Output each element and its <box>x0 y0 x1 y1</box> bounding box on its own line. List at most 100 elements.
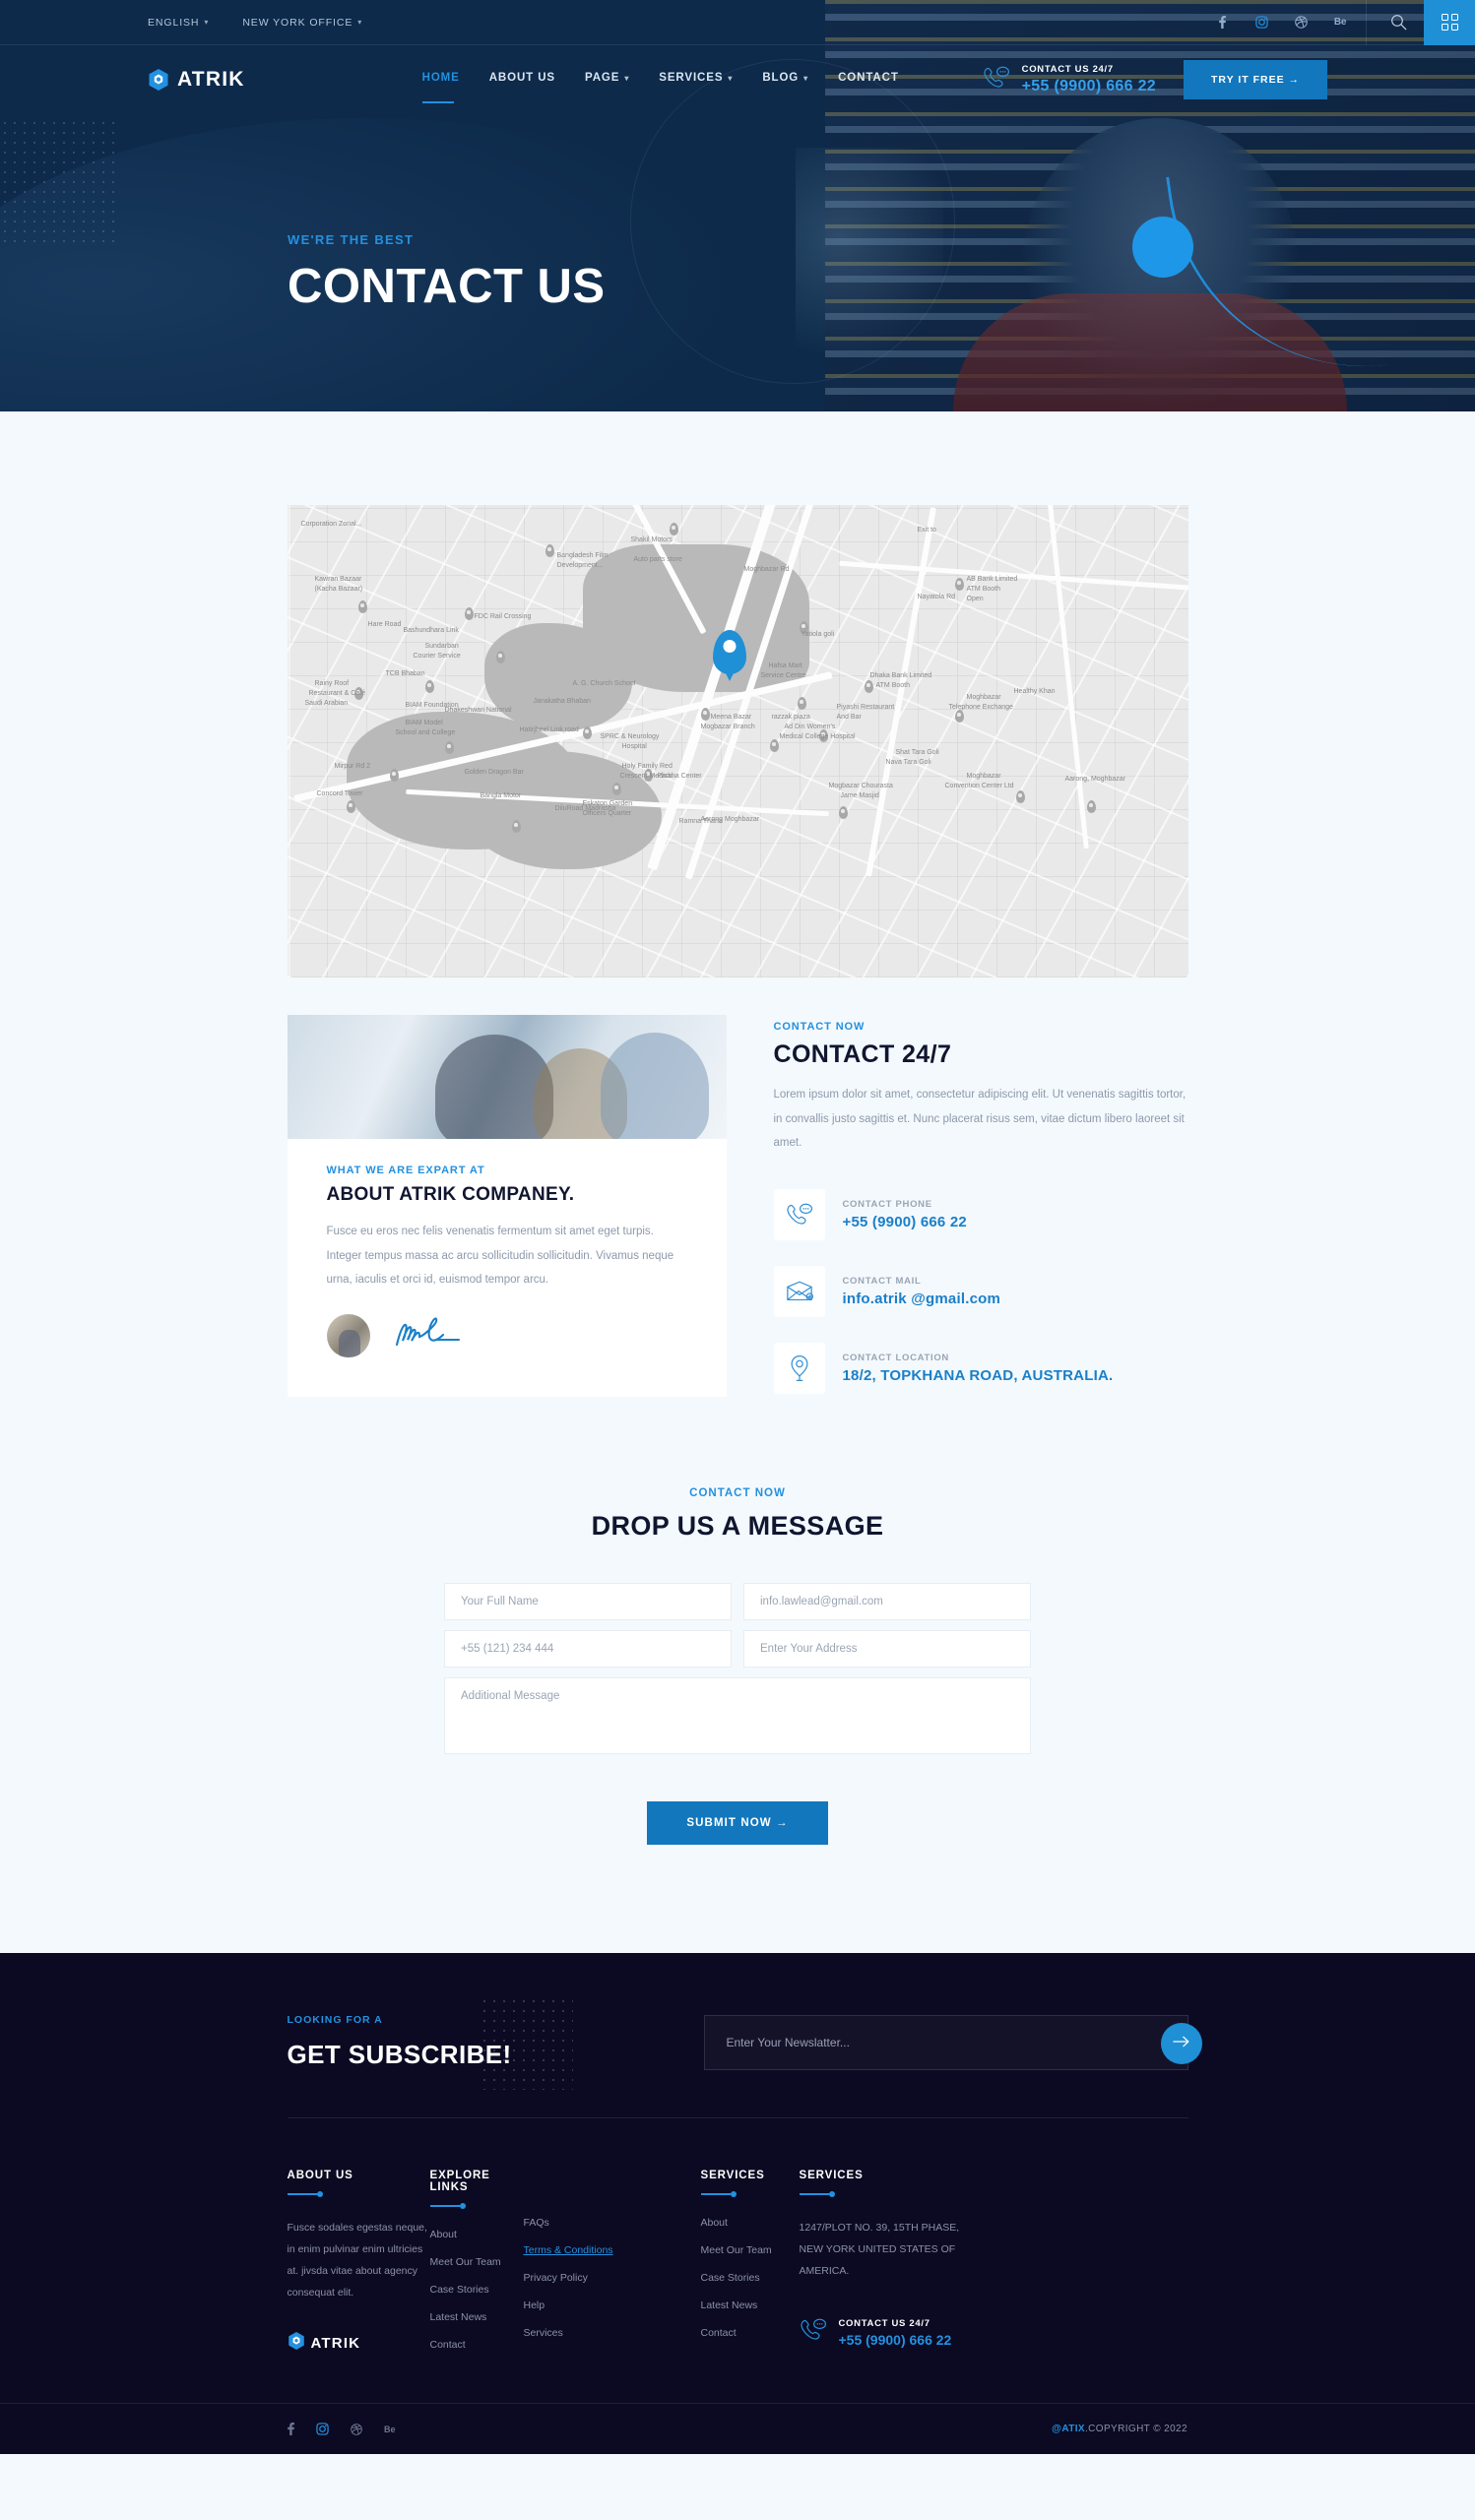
office-selector[interactable]: NEW YORK OFFICE ▾ <box>242 17 362 29</box>
location-map[interactable]: Kawran Bazaar (Kacha Bazaar) FDC Rail Cros… <box>287 505 1188 977</box>
topbar-left-group: ENGLISH ▾ NEW YORK OFFICE ▾ <box>0 17 362 29</box>
map-poi-marker <box>797 697 806 710</box>
map-poi-marker <box>669 523 678 536</box>
contact-title: CONTACT 24/7 <box>773 1040 952 1068</box>
copyright-text: @ATIX.COPYRIGHT © 2022 <box>1052 2424 1187 2434</box>
footer-service-link-latest-news[interactable]: Latest News <box>701 2300 800 2311</box>
submit-now-button[interactable]: SUBMIT NOW → <box>647 1801 828 1846</box>
hero-section: ENGLISH ▾ NEW YORK OFFICE ▾ Be ATRIK HOM… <box>0 0 1475 411</box>
map-label: Saudi Arabian <box>304 700 349 707</box>
contact-item-phone[interactable]: CONTACT PHONE +55 (9900) 666 22 <box>773 1189 1187 1241</box>
footer-col-explore: EXPLORE LINKS About Meet Our Team Case S… <box>429 2170 524 2356</box>
map-label: razzak plaza <box>771 714 810 721</box>
atrik-logo-icon <box>148 68 169 92</box>
contact-body-text: Lorem ipsum dolor sit amet, consectetur … <box>773 1089 1186 1150</box>
nav-item-about-us[interactable]: ABOUT US <box>489 72 555 88</box>
footer-service-link-case-stories[interactable]: Case Stories <box>701 2272 800 2284</box>
footer-link-contact[interactable]: Contact <box>430 2339 524 2351</box>
brand-logo[interactable]: ATRIK <box>148 68 245 92</box>
map-label: Officers Quarter <box>582 810 632 817</box>
chevron-down-icon: ▾ <box>803 73 809 83</box>
map-label: Shakil Motors <box>630 536 673 543</box>
map-poi-marker <box>1015 790 1025 803</box>
brand-name: ATRIK <box>177 68 245 91</box>
full-name-input[interactable] <box>444 1583 732 1621</box>
footer-title-underline <box>287 2191 323 2198</box>
hero-kicker: WE'RE THE BEST <box>288 232 415 247</box>
footer-link-help[interactable]: Help <box>524 2300 701 2311</box>
contact-item-mail[interactable]: CONTACT MAIL info.atrik @gmail.com <box>773 1266 1187 1318</box>
facebook-icon[interactable] <box>288 2423 294 2436</box>
active-nav-underline <box>421 101 454 103</box>
email-input[interactable] <box>743 1583 1031 1621</box>
search-icon[interactable] <box>1373 0 1424 45</box>
footer-link-terms-conditions[interactable]: Terms & Conditions <box>524 2244 701 2256</box>
language-label: ENGLISH <box>148 16 200 29</box>
map-poi-marker <box>444 741 454 754</box>
header-contact-block[interactable]: CONTACT US 24/7 +55 (9900) 666 22 <box>983 64 1156 95</box>
behance-icon[interactable]: Be <box>1320 0 1360 45</box>
map-poi-marker <box>769 739 779 752</box>
behance-icon[interactable]: Be <box>384 2425 396 2434</box>
footer-service-link-about[interactable]: About <box>701 2217 800 2229</box>
chevron-down-icon: ▾ <box>204 18 210 27</box>
footer-link-services[interactable]: Services <box>524 2327 701 2339</box>
footer-service-link-meet-our-team[interactable]: Meet Our Team <box>701 2244 800 2256</box>
map-label: Development... <box>556 562 604 569</box>
footer-link-meet-our-team[interactable]: Meet Our Team <box>430 2256 524 2268</box>
map-label: Ad Din Women's <box>784 724 836 730</box>
map-poi-marker <box>357 600 367 613</box>
facebook-icon[interactable] <box>1202 0 1242 45</box>
map-poi-marker <box>511 820 521 833</box>
atrik-logo-icon <box>288 2331 305 2356</box>
footer-link-latest-news[interactable]: Latest News <box>430 2311 524 2323</box>
footer-link-about[interactable]: About <box>430 2229 524 2240</box>
footer-phone-block[interactable]: CONTACT US 24/7 +55 (9900) 666 22 <box>800 2317 1188 2348</box>
map-label: Mogbazar Chourasta <box>828 783 893 789</box>
newsletter-form <box>703 2014 1202 2070</box>
nav-item-blog[interactable]: BLOG ▾ <box>762 72 808 88</box>
form-kicker: CONTACT NOW <box>689 1487 786 1500</box>
form-title: DROP US A MESSAGE <box>591 1511 884 1542</box>
footer-link-case-stories[interactable]: Case Stories <box>430 2284 524 2296</box>
map-label: Hatirjheel Link road <box>519 726 579 733</box>
contact-item-label: CONTACT LOCATION <box>842 1353 949 1364</box>
map-label: Restaurant & Café <box>308 690 366 697</box>
footer-about-text: Fusce sodales egestas neque, in enim pul… <box>287 2222 427 2300</box>
dribbble-icon[interactable] <box>1281 0 1320 45</box>
footer-brand-logo[interactable]: ATRIK <box>288 2331 430 2356</box>
map-label: ATM Booth <box>966 586 1001 593</box>
footer-service-link-contact[interactable]: Contact <box>701 2327 800 2339</box>
phone-input[interactable] <box>444 1630 732 1669</box>
avatar <box>326 1314 370 1358</box>
newsletter-submit-button[interactable] <box>1160 2022 1202 2064</box>
address-input[interactable] <box>743 1630 1031 1669</box>
instagram-icon[interactable] <box>316 2423 329 2436</box>
content-wrapper: Kawran Bazaar (Kacha Bazaar) FDC Rail Cros… <box>287 505 1188 1846</box>
footer-explore-links: About Meet Our Team Case Stories Latest … <box>430 2229 524 2351</box>
footer-link-faqs[interactable]: FAQs <box>524 2217 701 2229</box>
map-label: Rainy Roof <box>314 680 350 687</box>
try-it-free-button[interactable]: TRY IT FREE → <box>1183 60 1327 99</box>
newsletter-input[interactable] <box>703 2014 1188 2070</box>
footer-link-privacy-policy[interactable]: Privacy Policy <box>524 2272 701 2284</box>
nav-item-services[interactable]: SERVICES ▾ <box>659 72 733 88</box>
dribbble-icon[interactable] <box>351 2424 362 2435</box>
subscribe-dot-pattern <box>479 1996 573 2091</box>
team-photo <box>287 1015 727 1139</box>
nav-item-home[interactable]: HOME <box>421 72 460 103</box>
about-body-text: Fusce eu eros nec felis venenatis fermen… <box>326 1226 674 1287</box>
language-selector[interactable]: ENGLISH ▾ <box>148 17 209 29</box>
contact-item-location[interactable]: CONTACT LOCATION 18/2, TOPKHANA ROAD, AU… <box>773 1343 1187 1395</box>
nav-item-page[interactable]: PAGE ▾ <box>585 72 629 88</box>
instagram-icon[interactable] <box>1242 0 1281 45</box>
nav-label: HOME <box>421 72 460 84</box>
signature-icon <box>392 1317 482 1355</box>
map-label: A. G. Church School <box>572 680 636 687</box>
grid-apps-icon[interactable] <box>1424 0 1475 45</box>
nav-label: CONTACT <box>838 72 899 84</box>
nav-item-contact[interactable]: CONTACT <box>838 72 899 88</box>
map-poi-marker <box>1086 800 1096 813</box>
map-label: BIAM Foundation <box>405 702 459 709</box>
message-textarea[interactable] <box>444 1677 1031 1755</box>
